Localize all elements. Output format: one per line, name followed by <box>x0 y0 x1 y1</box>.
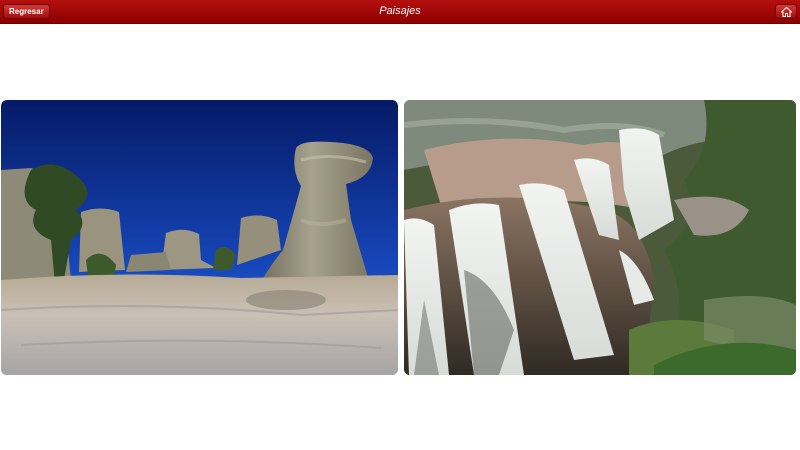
waterfall-image <box>404 100 796 375</box>
header-bar: Regresar Paisajes <box>0 0 800 24</box>
landscape-photo-waterfall[interactable] <box>404 100 796 375</box>
page-title: Paisajes <box>379 5 421 17</box>
rocks-image <box>1 100 398 375</box>
home-icon <box>781 7 792 17</box>
landscape-photo-rocks[interactable] <box>1 100 398 375</box>
home-button[interactable] <box>775 4 797 19</box>
